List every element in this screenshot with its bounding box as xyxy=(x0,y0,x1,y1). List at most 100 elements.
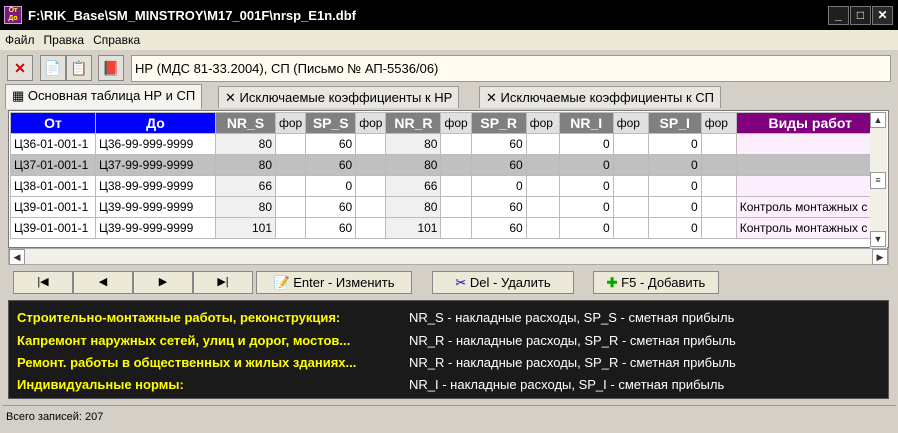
column-header[interactable]: NR_S xyxy=(215,112,276,134)
table-cell[interactable] xyxy=(735,175,885,197)
table-cell[interactable] xyxy=(525,133,560,155)
table-cell[interactable]: Ц37-01-001-1 xyxy=(10,154,96,176)
delete-icon[interactable]: ✕ xyxy=(7,55,33,81)
new-document-icon[interactable]: 📄 xyxy=(40,55,66,81)
scroll-down-icon[interactable]: ▼ xyxy=(870,231,886,247)
table-cell[interactable]: 0 xyxy=(470,175,527,197)
table-cell[interactable]: 60 xyxy=(305,154,357,176)
table-cell[interactable]: 66 xyxy=(385,175,442,197)
prev-record-button[interactable]: ◀ xyxy=(73,271,133,294)
table-cell[interactable] xyxy=(700,175,737,197)
column-header[interactable]: NR_R xyxy=(385,112,442,134)
table-cell[interactable] xyxy=(612,217,649,239)
table-cell[interactable] xyxy=(440,217,472,239)
first-record-button[interactable]: |◀ xyxy=(13,271,73,294)
column-header[interactable]: SP_I xyxy=(647,112,702,134)
table-cell[interactable] xyxy=(440,133,472,155)
table-cell[interactable] xyxy=(612,133,649,155)
table-cell[interactable]: 60 xyxy=(305,217,357,239)
column-header[interactable]: фор xyxy=(274,112,307,134)
table-cell[interactable]: Ц36-01-001-1 xyxy=(10,133,96,155)
vertical-scrollbar[interactable]: ▲ ≡ ▼ xyxy=(870,112,887,248)
table-row[interactable]: Ц38-01-001-1 Ц38-99-999-9999 66 0 66 0 0 0 xyxy=(10,175,885,197)
scroll-left-icon[interactable]: ◀ xyxy=(9,249,25,265)
table-cell[interactable] xyxy=(440,175,472,197)
table-cell[interactable] xyxy=(274,217,307,239)
table-cell[interactable]: Ц37-99-999-9999 xyxy=(95,154,216,176)
table-cell[interactable]: 0 xyxy=(305,175,357,197)
table-cell[interactable]: 80 xyxy=(215,196,276,218)
table-cell[interactable] xyxy=(525,154,560,176)
maximize-button[interactable]: □ xyxy=(850,6,871,25)
table-cell[interactable]: 80 xyxy=(385,133,442,155)
table-cell[interactable] xyxy=(612,154,649,176)
table-row[interactable]: Ц37-01-001-1 Ц37-99-999-9999 80 60 80 60 0 0 xyxy=(10,154,885,176)
edit-button[interactable]: 📝 Enter - Изменить xyxy=(256,271,412,294)
table-cell[interactable] xyxy=(274,196,307,218)
table-cell[interactable] xyxy=(440,196,472,218)
add-button[interactable]: ✚ F5 - Добавить xyxy=(593,271,719,294)
table-cell[interactable]: Ц39-01-001-1 xyxy=(10,196,96,218)
table-cell[interactable]: 0 xyxy=(647,154,702,176)
table-cell[interactable] xyxy=(735,133,885,155)
table-cell[interactable]: 60 xyxy=(470,154,527,176)
table-cell[interactable]: 101 xyxy=(385,217,442,239)
column-header[interactable]: Виды работ xyxy=(735,112,885,134)
help-book-icon[interactable]: 📕 xyxy=(98,55,124,81)
table-cell[interactable] xyxy=(355,196,387,218)
table-cell[interactable]: 80 xyxy=(215,154,276,176)
table-cell[interactable]: 60 xyxy=(470,217,527,239)
scroll-thumb[interactable]: ≡ xyxy=(870,172,886,189)
table-cell[interactable]: Ц38-99-999-9999 xyxy=(95,175,216,197)
menu-help[interactable]: Справка xyxy=(88,30,144,47)
column-header[interactable]: фор xyxy=(612,112,649,134)
column-header[interactable]: фор xyxy=(525,112,560,134)
table-cell[interactable]: Контроль монтажных с xyxy=(735,217,885,239)
tab-main-table[interactable]: ▦ Основная таблица НР и СП xyxy=(5,84,203,109)
table-cell[interactable] xyxy=(700,133,737,155)
column-header[interactable]: SP_S xyxy=(305,112,357,134)
menu-file[interactable]: Файл xyxy=(0,30,39,47)
table-cell[interactable]: Ц39-99-999-9999 xyxy=(95,196,216,218)
column-header[interactable]: От xyxy=(10,112,96,134)
table-cell[interactable] xyxy=(700,196,737,218)
table-cell[interactable]: 101 xyxy=(215,217,276,239)
table-cell[interactable]: 66 xyxy=(215,175,276,197)
table-cell[interactable] xyxy=(700,154,737,176)
table-cell[interactable]: 0 xyxy=(647,196,702,218)
table-cell[interactable]: 80 xyxy=(385,196,442,218)
table-cell[interactable]: Ц38-01-001-1 xyxy=(10,175,96,197)
table-cell[interactable] xyxy=(700,217,737,239)
table-cell[interactable]: Ц39-99-999-9999 xyxy=(95,217,216,239)
table-cell[interactable] xyxy=(355,154,387,176)
table-cell[interactable]: 60 xyxy=(305,196,357,218)
table-cell[interactable]: 0 xyxy=(558,175,614,197)
table-cell[interactable] xyxy=(355,175,387,197)
menu-edit[interactable]: Правка xyxy=(39,30,89,47)
table-cell[interactable] xyxy=(440,154,472,176)
delete-button[interactable]: ✂ Del - Удалить xyxy=(432,271,574,294)
table-cell[interactable] xyxy=(274,133,307,155)
table-cell[interactable]: 0 xyxy=(558,217,614,239)
table-cell[interactable]: 80 xyxy=(215,133,276,155)
table-row[interactable]: Ц39-01-001-1 Ц39-99-999-9999 80 60 80 60 0 0 Кон… xyxy=(10,196,885,218)
table-row[interactable]: Ц39-01-001-1 Ц39-99-999-9999 101 60 101 60 0 0 К… xyxy=(10,217,885,239)
minimize-button[interactable]: _ xyxy=(828,6,849,25)
table-cell[interactable] xyxy=(612,175,649,197)
table-cell[interactable]: 60 xyxy=(470,133,527,155)
tab-excluded-nr[interactable]: ✕ Исключаемые коэффициенты к НР xyxy=(218,86,460,108)
copy-document-icon[interactable]: 📋 xyxy=(66,55,92,81)
table-cell[interactable] xyxy=(525,175,560,197)
table-cell[interactable]: Ц39-01-001-1 xyxy=(10,217,96,239)
column-header[interactable]: SP_R xyxy=(470,112,527,134)
table-cell[interactable] xyxy=(525,217,560,239)
column-header[interactable]: фор xyxy=(700,112,737,134)
table-cell[interactable]: Ц36-99-999-9999 xyxy=(95,133,216,155)
table-cell[interactable] xyxy=(612,196,649,218)
table-cell[interactable] xyxy=(274,154,307,176)
table-cell[interactable] xyxy=(274,175,307,197)
column-header[interactable]: фор xyxy=(440,112,472,134)
column-header[interactable]: До xyxy=(95,112,216,134)
table-row[interactable]: Ц36-01-001-1 Ц36-99-999-9999 80 60 80 60 0 0 xyxy=(10,133,885,155)
table-cell[interactable]: 0 xyxy=(558,154,614,176)
